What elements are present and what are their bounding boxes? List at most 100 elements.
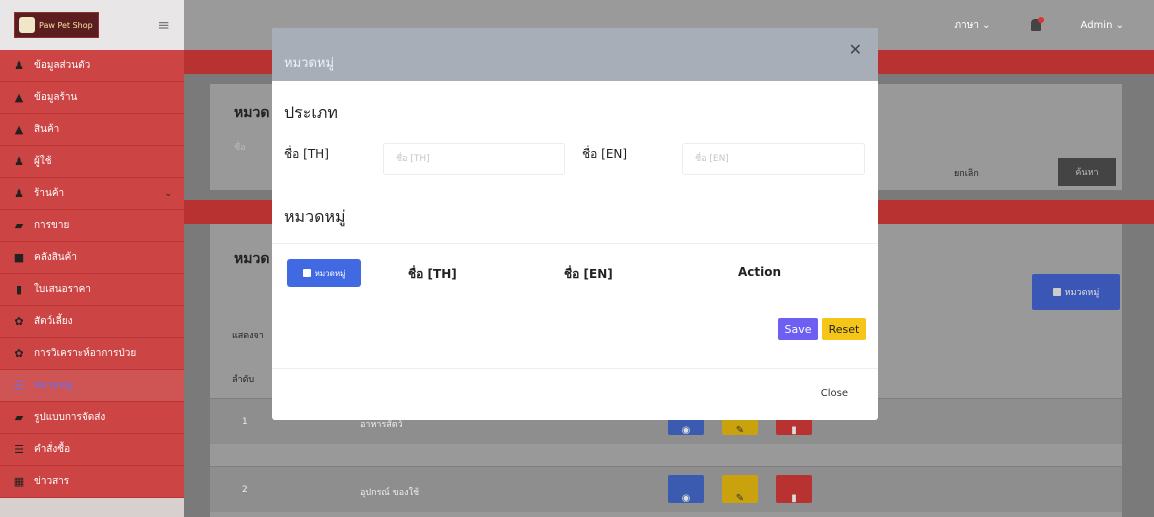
col-action: Action	[738, 265, 782, 279]
sidebar-item-label: ใบเสนอราคา	[34, 284, 91, 295]
chevron-down-icon: ⌄	[164, 188, 172, 199]
name-th-label: ชื่อ [TH]	[284, 147, 329, 161]
sidebar-item[interactable]: ▰ รูปแบบการจัดส่ง	[0, 402, 184, 434]
sidebar-item[interactable]: ▲ ข้อมูลร้าน	[0, 82, 184, 114]
archive-icon	[302, 269, 311, 277]
news-icon: ▦	[13, 475, 25, 488]
eye-icon: ◉	[681, 425, 691, 436]
database-icon: ☰	[14, 443, 24, 456]
sidebar-item[interactable]: ♟ ร้านค้า ⌄	[0, 178, 184, 210]
brand-name: Paw Pet Shop	[39, 20, 93, 30]
row-name: อุปกรณ์ ของใช้	[360, 488, 420, 498]
name-en-label: ชื่อ [EN]	[582, 147, 628, 161]
category-modal: หมวดหมู่ ✕ ประเภท ชื่อ [TH] ชื่อ [EN] หม…	[272, 28, 878, 420]
add-category-button[interactable]: หมวดหมู่	[287, 259, 361, 287]
users-icon: ♟	[14, 187, 24, 200]
sidebar-item[interactable]: ✿ การวิเคราะห์อาการป่วย	[0, 338, 184, 370]
home-icon: ▲	[14, 123, 24, 136]
file-icon: ▮	[15, 283, 23, 296]
trash-icon: ▮	[791, 493, 797, 504]
row-no: 1	[242, 417, 248, 427]
close-button[interactable]: Close	[821, 388, 848, 399]
menu-toggle-icon[interactable]: ≡	[157, 16, 170, 34]
user-icon: ♟	[14, 59, 24, 72]
delete-button[interactable]: ▮	[776, 475, 812, 504]
cancel-button[interactable]: ยกเลิก	[954, 166, 979, 180]
paw-icon: ✿	[14, 347, 24, 360]
database-icon: ☰	[14, 379, 24, 392]
language-label: ภาษา	[954, 19, 979, 31]
sidebar-item[interactable]: ☰ หมวดหมู่	[0, 370, 184, 402]
sidebar-item[interactable]: ▰ การขาย	[0, 210, 184, 242]
save-button[interactable]: Save	[778, 318, 818, 340]
brand: Paw Pet Shop ≡	[0, 0, 184, 50]
sidebar-item-label: หมวดหมู่	[34, 380, 73, 391]
car-icon: ▰	[14, 219, 24, 232]
search-panel-title: หมวด	[234, 105, 270, 121]
add-category-button-label: หมวดหมู่	[314, 268, 346, 278]
edit-button[interactable]: ✎	[722, 475, 758, 504]
sidebar-item-label: ข่าวสาร	[34, 476, 70, 487]
language-dropdown[interactable]: ภาษา ⌄	[955, 18, 991, 33]
sidebar-item[interactable]: ■ คลังสินค้า	[0, 242, 184, 274]
col-name-th: ชื่อ [TH]	[408, 267, 457, 281]
modal-body: ประเภท ชื่อ [TH] ชื่อ [EN] หมวดหมู่ หมวด…	[272, 81, 878, 368]
eye-icon: ◉	[681, 493, 691, 504]
search-button[interactable]: ค้นหา	[1058, 158, 1116, 186]
sidebar-item-label: สินค้า	[34, 124, 60, 135]
sidebar-item[interactable]: ▮ ใบเสนอราคา	[0, 274, 184, 306]
col-name-en: ชื่อ [EN]	[564, 267, 613, 281]
search-name-field[interactable]: ชื่อ	[234, 140, 246, 154]
modal-header: หมวดหมู่ ✕	[272, 28, 878, 81]
sidebar-item-label: ผู้ใช้	[34, 156, 52, 167]
bell-icon[interactable]	[1030, 17, 1044, 31]
users-icon: ♟	[14, 155, 24, 168]
row-no: 2	[242, 485, 248, 495]
paw-icon: ✿	[14, 315, 24, 328]
sidebar-item-label: การขาย	[34, 220, 70, 231]
sidebar-item-label: สัตว์เลี้ยง	[34, 316, 73, 327]
user-dropdown[interactable]: Admin ⌄	[1081, 20, 1124, 31]
sidebar-item[interactable]: ✿ สัตว์เลี้ยง	[0, 306, 184, 338]
sidebar-item-label: ข้อมูลร้าน	[34, 92, 78, 103]
sidebar-item-label: ข้อมูลส่วนตัว	[34, 60, 91, 71]
sidebar-item[interactable]: ▦ ข่าวสาร	[0, 466, 184, 498]
chevron-down-icon: ⌄	[1115, 19, 1124, 31]
trash-icon: ▮	[791, 425, 797, 436]
name-th-input[interactable]	[383, 143, 565, 175]
sidebar-item[interactable]: ☰ คำสั่งซื้อ	[0, 434, 184, 466]
table-row: 2 อุปกรณ์ ของใช้ ◉ ✎ ▮	[210, 466, 1122, 512]
home-icon: ▲	[14, 91, 24, 104]
add-category-label: หมวดหมู่	[1064, 288, 1100, 298]
reset-button[interactable]: Reset	[822, 318, 866, 340]
brand-logo[interactable]: Paw Pet Shop	[14, 12, 99, 38]
list-panel-title: หมวด	[234, 251, 270, 267]
sidebar-menu: ♟ ข้อมูลส่วนตัว ▲ ข้อมูลร้าน ▲ สินค้า ♟ ผู้ใช้ ♟…	[0, 50, 184, 498]
archive-icon: ■	[13, 251, 25, 264]
chevron-down-icon: ⌄	[982, 19, 991, 31]
user-name: Admin	[1080, 19, 1113, 31]
modal-footer: Close	[272, 368, 878, 420]
modal-title: หมวดหมู่	[284, 56, 335, 71]
showing-text: แสดงจา	[232, 331, 264, 341]
close-icon[interactable]: ✕	[849, 40, 862, 59]
sidebar-item-label: คำสั่งซื้อ	[34, 444, 71, 455]
type-heading: ประเภท	[284, 103, 338, 122]
category-heading: หมวดหมู่	[284, 207, 346, 226]
edit-icon: ✎	[735, 425, 745, 436]
view-button[interactable]: ◉	[668, 475, 704, 504]
sidebar-item-label: รูปแบบการจัดส่ง	[34, 412, 106, 423]
sidebar-item[interactable]: ♟ ผู้ใช้	[0, 146, 184, 178]
sidebar-item[interactable]: ♟ ข้อมูลส่วนตัว	[0, 50, 184, 82]
add-category-button-bg[interactable]: หมวดหมู่	[1032, 274, 1120, 310]
sidebar-item[interactable]: ▲ สินค้า	[0, 114, 184, 146]
col-no-header: ลำดับ	[232, 375, 255, 385]
sidebar-item-label: คลังสินค้า	[34, 252, 77, 263]
sidebar-item-label: การวิเคราะห์อาการป่วย	[34, 348, 137, 359]
car-icon: ▰	[14, 411, 24, 424]
edit-icon: ✎	[735, 493, 745, 504]
dog-logo-icon	[19, 17, 35, 33]
name-en-input[interactable]	[682, 143, 865, 175]
sidebar: Paw Pet Shop ≡ ♟ ข้อมูลส่วนตัว ▲ ข้อมูลร้าน…	[0, 0, 184, 517]
category-icon	[1052, 288, 1061, 296]
